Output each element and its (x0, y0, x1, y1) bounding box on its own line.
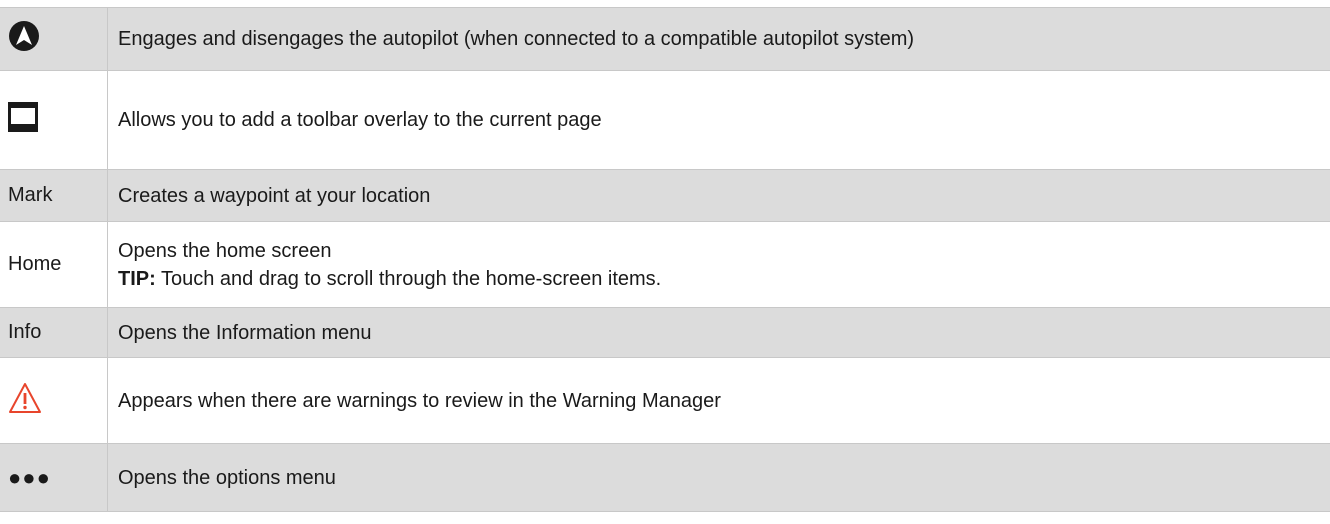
description-text: Allows you to add a toolbar overlay to t… (118, 109, 602, 131)
tip-text: Touch and drag to scroll through the hom… (155, 267, 662, 290)
table-row-options: ●●● Opens the options menu (0, 444, 1330, 512)
autopilot-description: Engages and disengages the autopilot (wh… (108, 8, 1330, 70)
tip-line: TIP: Touch and drag to scroll through th… (118, 265, 1330, 293)
description-text: Opens the options menu (118, 466, 336, 489)
warning-triangle-icon[interactable] (8, 382, 42, 420)
toolbar-description: Allows you to add a toolbar overlay to t… (108, 71, 1330, 169)
description-text: Appears when there are warnings to revie… (118, 389, 721, 412)
autopilot-key-cell (0, 8, 108, 70)
description-text: Opens the Information menu (118, 321, 372, 344)
mark-key-label[interactable]: Mark (8, 184, 52, 207)
toolbar-overlay-icon[interactable] (8, 102, 38, 138)
home-key-cell: Home (0, 222, 108, 307)
key-function-table: Engages and disengages the autopilot (wh… (0, 7, 1330, 512)
description-text: Creates a waypoint at your location (118, 184, 431, 207)
tip-label: TIP: (118, 267, 156, 290)
table-row-autopilot: Engages and disengages the autopilot (wh… (0, 8, 1330, 71)
home-key-label[interactable]: Home (8, 253, 61, 276)
table-row-toolbar-overlay: Allows you to add a toolbar overlay to t… (0, 71, 1330, 170)
table-row-warning: Appears when there are warnings to revie… (0, 358, 1330, 444)
toolbar-key-cell (0, 71, 108, 169)
options-description: Opens the options menu (108, 444, 1330, 511)
more-options-dots-icon[interactable]: ●●● (8, 466, 51, 489)
info-key-label[interactable]: Info (8, 321, 41, 344)
table-row-info: Info Opens the Information menu (0, 308, 1330, 358)
info-key-cell: Info (0, 308, 108, 357)
home-description: Opens the home screen TIP: Touch and dra… (108, 222, 1330, 307)
description-text: Opens the home screen (118, 239, 332, 262)
table-row-home: Home Opens the home screen TIP: Touch an… (0, 222, 1330, 308)
autopilot-arrow-icon[interactable] (8, 20, 40, 58)
mark-description: Creates a waypoint at your location (108, 170, 1330, 221)
options-key-cell: ●●● (0, 444, 108, 511)
mark-key-cell: Mark (0, 170, 108, 221)
info-description: Opens the Information menu (108, 308, 1330, 357)
table-row-mark: Mark Creates a waypoint at your location (0, 170, 1330, 222)
description-text: Engages and disengages the autopilot (wh… (118, 28, 915, 50)
warning-description: Appears when there are warnings to revie… (108, 358, 1330, 443)
warning-key-cell (0, 358, 108, 443)
